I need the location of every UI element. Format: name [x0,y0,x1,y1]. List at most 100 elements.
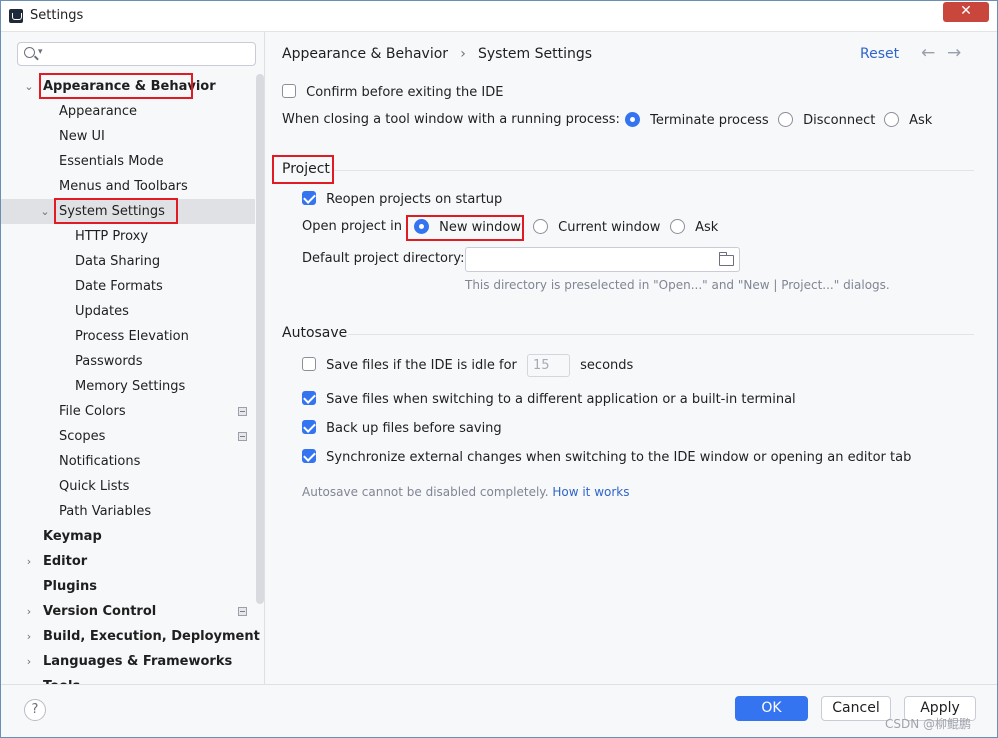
tree-scrollbar[interactable] [256,74,264,604]
chevron-right-icon[interactable]: › [23,549,35,574]
save-switching-checkbox[interactable] [302,391,316,405]
chevron-right-icon[interactable]: › [23,599,35,624]
default-project-directory-label: Default project directory: [302,251,465,266]
idle-seconds-unit: seconds [580,358,634,373]
reopen-projects-option[interactable]: Reopen projects on startup [302,191,502,207]
open-project-in-label: Open project in [302,219,402,234]
tree-item-label: New UI [59,129,105,144]
radio-ask-open[interactable]: Ask [670,219,718,235]
radio-terminate-process-control[interactable] [625,112,640,127]
tree-item-passwords[interactable]: Passwords [1,349,255,374]
sync-option[interactable]: Synchronize external changes when switch… [302,449,911,465]
tree-item-keymap[interactable]: Keymap [1,524,255,549]
tree-item-process-elevation[interactable]: Process Elevation [1,324,255,349]
confirm-exit-option[interactable]: Confirm before exiting the IDE [282,84,503,100]
chevron-down-icon[interactable]: ⌄ [23,74,35,99]
tree-item-memory-settings[interactable]: Memory Settings [1,374,255,399]
back-arrow-icon[interactable]: ← [921,43,935,63]
tree-item-appearance[interactable]: Appearance [1,99,255,124]
backup-option[interactable]: Back up files before saving [302,420,502,436]
default-directory-hint: This directory is preselected in "Open..… [465,278,890,292]
chevron-right-icon[interactable]: › [23,674,35,684]
tree-item-build-execution-deployment[interactable]: › Build, Execution, Deployment [1,624,260,649]
tree-item-languages-frameworks[interactable]: › Languages & Frameworks [1,649,255,674]
project-level-icon [238,432,247,441]
tree-item-tools[interactable]: › Tools [1,674,255,684]
default-project-directory-field[interactable] [465,247,740,272]
tree-item-updates[interactable]: Updates [1,299,255,324]
tree-item-version-control[interactable]: › Version Control [1,599,255,624]
radio-ask-open-control[interactable] [670,219,685,234]
tree-item-label: Menus and Toolbars [59,179,188,194]
radio-new-window[interactable]: New window [414,219,521,235]
sync-checkbox[interactable] [302,449,316,463]
tree-item-scopes[interactable]: Scopes [1,424,255,449]
forward-arrow-icon[interactable]: → [947,43,961,63]
tree-item-editor[interactable]: › Editor [1,549,255,574]
app-icon [9,9,23,23]
tree-item-label: Languages & Frameworks [43,654,233,669]
confirm-exit-checkbox[interactable] [282,84,296,98]
search-input[interactable]: ▾ [17,42,256,66]
tree-item-label: Appearance & Behavior [43,79,216,94]
tree-item-label: Version Control [43,604,157,619]
tree-item-date-formats[interactable]: Date Formats [1,274,255,299]
reset-link[interactable]: Reset [860,46,899,62]
tree-item-label: Memory Settings [75,379,186,394]
how-it-works-link[interactable]: How it works [552,485,629,499]
save-idle-checkbox[interactable] [302,357,316,371]
sync-label: Synchronize external changes when switch… [326,450,912,465]
help-button[interactable]: ? [24,699,46,721]
tree-item-new-ui[interactable]: New UI [1,124,255,149]
radio-new-window-control[interactable] [414,219,429,234]
radio-disconnect-control[interactable] [778,112,793,127]
chevron-right-icon[interactable]: › [23,624,35,649]
window-title: Settings [30,8,84,23]
chevron-down-icon[interactable]: ⌄ [39,199,51,224]
tree-item-file-colors[interactable]: File Colors [1,399,255,424]
ok-button[interactable]: OK [735,696,808,721]
breadcrumb-parent[interactable]: Appearance & Behavior [282,46,448,62]
tree-item-notifications[interactable]: Notifications [1,449,255,474]
cancel-button[interactable]: Cancel [821,696,891,721]
radio-current-window-control[interactable] [533,219,548,234]
radio-label: Current window [558,220,661,235]
project-level-icon [238,607,247,616]
closing-tool-window-row: When closing a tool window with a runnin… [282,112,620,127]
radio-disconnect[interactable]: Disconnect [778,112,875,128]
close-button[interactable]: ✕ [943,2,989,22]
tree-item-label: Tools [43,674,80,684]
tree-item-appearance-behavior[interactable]: ⌄ Appearance & Behavior [1,74,255,99]
search-icon [24,47,35,58]
tree-item-data-sharing[interactable]: Data Sharing [1,249,255,274]
reopen-projects-checkbox[interactable] [302,191,316,205]
tree-item-label: Essentials Mode [59,154,164,169]
save-idle-option[interactable]: Save files if the IDE is idle for 15 sec… [302,354,633,377]
tree-item-quick-lists[interactable]: Quick Lists [1,474,255,499]
autosave-section-title: Autosave [282,325,348,341]
tree-item-plugins[interactable]: Plugins [1,574,255,599]
breadcrumb-current: System Settings [477,46,593,62]
settings-window: Settings ✕ ▾ ⌄ Appearance & Behavior App… [0,0,998,738]
radio-ask-closing-control[interactable] [884,112,899,127]
radio-ask-closing[interactable]: Ask [884,112,932,128]
chevron-right-icon[interactable]: › [23,649,35,674]
autosave-divider [348,334,974,335]
tree-item-system-settings[interactable]: ⌄ System Settings [1,199,255,224]
backup-checkbox[interactable] [302,420,316,434]
radio-terminate-process[interactable]: Terminate process [625,112,769,128]
radio-label: Terminate process [650,113,769,128]
tree-item-label: Process Elevation [75,329,189,344]
folder-icon[interactable] [718,252,734,266]
tree-item-http-proxy[interactable]: HTTP Proxy [1,224,255,249]
search-options-icon[interactable]: ▾ [38,47,43,57]
tree-item-path-variables[interactable]: Path Variables [1,499,255,524]
tree-item-essentials-mode[interactable]: Essentials Mode [1,149,255,174]
idle-seconds-input[interactable]: 15 [527,354,571,377]
tree-item-label: Updates [75,304,129,319]
radio-current-window[interactable]: Current window [533,219,660,235]
tree-item-label: Build, Execution, Deployment [43,629,260,644]
tree-item-menus-toolbars[interactable]: Menus and Toolbars [1,174,255,199]
tree-item-label: Path Variables [59,504,152,519]
save-switching-option[interactable]: Save files when switching to a different… [302,391,796,407]
